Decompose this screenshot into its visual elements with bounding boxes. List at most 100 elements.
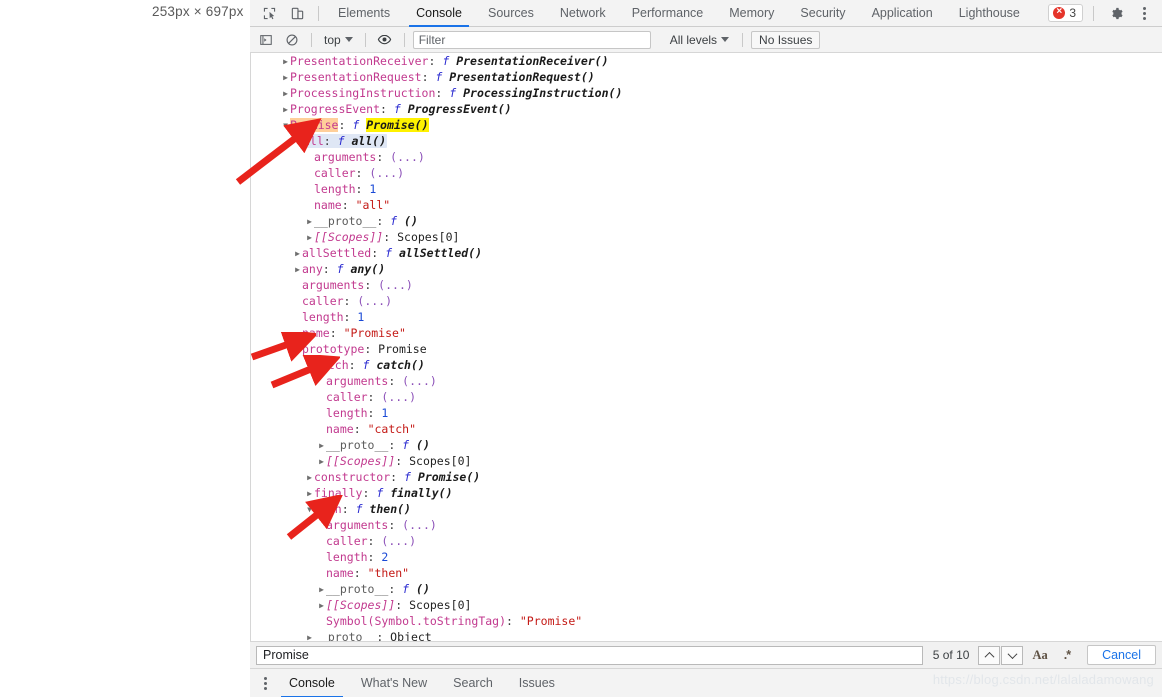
search-next-button[interactable] bbox=[1001, 645, 1024, 665]
toolbar-divider-right bbox=[1093, 5, 1094, 21]
console-property-row[interactable]: ▼ then: f then() bbox=[251, 501, 1162, 517]
console-property-row[interactable]: ▶caller: (...) bbox=[251, 165, 1162, 181]
tab-console[interactable]: Console bbox=[403, 0, 475, 27]
property-token: : bbox=[364, 342, 379, 356]
console-property-row[interactable]: ▶length: 1 bbox=[251, 181, 1162, 197]
clear-console-icon[interactable] bbox=[281, 30, 303, 50]
triangle-right-icon[interactable]: ▶ bbox=[317, 454, 326, 470]
error-count-badge[interactable]: × 3 bbox=[1048, 4, 1083, 22]
console-property-row[interactable]: ▶ PresentationReceiver: f PresentationRec… bbox=[251, 53, 1162, 69]
console-property-row[interactable]: ▶caller: (...) bbox=[251, 389, 1162, 405]
drawer-kebab-menu-icon[interactable] bbox=[254, 676, 276, 690]
console-property-row[interactable]: ▶ __proto__: Object bbox=[251, 629, 1162, 641]
console-property-row[interactable]: ▶length: 2 bbox=[251, 549, 1162, 565]
console-property-row[interactable]: ▶ [[Scopes]]: Scopes[0] bbox=[251, 229, 1162, 245]
console-property-row[interactable]: ▶name: "Promise" bbox=[251, 325, 1162, 341]
live-expression-eye-icon[interactable] bbox=[374, 30, 396, 50]
gear-icon[interactable] bbox=[1104, 2, 1128, 24]
console-property-row[interactable]: ▼ catch: f catch() bbox=[251, 357, 1162, 373]
triangle-right-icon[interactable]: ▶ bbox=[281, 86, 290, 102]
triangle-down-icon[interactable]: ▼ bbox=[293, 342, 302, 358]
console-property-row[interactable]: ▶arguments: (...) bbox=[251, 149, 1162, 165]
property-token: name bbox=[326, 422, 354, 436]
console-property-row[interactable]: ▶ __proto__: f () bbox=[251, 213, 1162, 229]
execution-context-selector[interactable]: top bbox=[320, 32, 357, 48]
kebab-menu-icon[interactable] bbox=[1132, 2, 1156, 24]
triangle-down-icon[interactable]: ▼ bbox=[305, 358, 314, 374]
device-toolbar-icon[interactable] bbox=[284, 2, 310, 24]
inspect-element-icon[interactable] bbox=[256, 2, 282, 24]
console-property-row[interactable]: ▶Symbol(Symbol.toStringTag): "Promise" bbox=[251, 613, 1162, 629]
console-property-row[interactable]: ▼ all: f all() bbox=[251, 133, 1162, 149]
triangle-right-icon[interactable]: ▶ bbox=[305, 230, 314, 246]
tab-memory[interactable]: Memory bbox=[716, 0, 787, 27]
console-property-row[interactable]: ▶ constructor: f Promise() bbox=[251, 469, 1162, 485]
search-input[interactable] bbox=[256, 645, 923, 665]
tab-lighthouse[interactable]: Lighthouse bbox=[946, 0, 1033, 27]
console-property-row[interactable]: ▶ [[Scopes]]: Scopes[0] bbox=[251, 597, 1162, 613]
match-case-toggle[interactable]: Aa bbox=[1025, 648, 1054, 663]
console-property-row[interactable]: ▶ [[Scopes]]: Scopes[0] bbox=[251, 453, 1162, 469]
triangle-right-icon[interactable]: ▶ bbox=[317, 438, 326, 454]
triangle-right-icon[interactable]: ▶ bbox=[281, 102, 290, 118]
console-message-list[interactable]: ▶ PresentationReceiver: f PresentationRec… bbox=[250, 53, 1162, 641]
tree-spacer: ▶ bbox=[305, 198, 314, 214]
property-token: catch() bbox=[376, 358, 425, 372]
console-property-row[interactable]: ▶caller: (...) bbox=[251, 293, 1162, 309]
tab-security[interactable]: Security bbox=[787, 0, 858, 27]
tab-performance[interactable]: Performance bbox=[619, 0, 717, 27]
tab-elements[interactable]: Elements bbox=[325, 0, 403, 27]
property-text: Symbol(Symbol.toStringTag): "Promise" bbox=[326, 614, 582, 628]
console-property-row[interactable]: ▶ finally: f finally() bbox=[251, 485, 1162, 501]
triangle-right-icon[interactable]: ▶ bbox=[317, 582, 326, 598]
console-property-row[interactable]: ▶ __proto__: f () bbox=[251, 437, 1162, 453]
property-token: : bbox=[343, 294, 358, 308]
search-prev-button[interactable] bbox=[978, 645, 1001, 665]
triangle-right-icon[interactable]: ▶ bbox=[305, 630, 314, 641]
property-token: "catch" bbox=[367, 422, 417, 436]
console-property-row[interactable]: ▶name: "then" bbox=[251, 565, 1162, 581]
triangle-right-icon[interactable]: ▶ bbox=[305, 486, 314, 502]
console-property-row[interactable]: ▶arguments: (...) bbox=[251, 277, 1162, 293]
triangle-down-icon[interactable]: ▼ bbox=[305, 502, 314, 518]
console-property-row[interactable]: ▶caller: (...) bbox=[251, 533, 1162, 549]
property-text: ProgressEvent: f ProgressEvent() bbox=[290, 102, 512, 116]
triangle-down-icon[interactable]: ▼ bbox=[293, 134, 302, 150]
console-sidebar-toggle-icon[interactable] bbox=[255, 30, 277, 50]
cancel-button[interactable]: Cancel bbox=[1087, 645, 1156, 665]
console-property-row[interactable]: ▶ ProcessingInstruction: f ProcessingInst… bbox=[251, 85, 1162, 101]
console-filter-input[interactable] bbox=[412, 30, 651, 49]
console-property-row[interactable]: ▼ Promise: f Promise() bbox=[251, 117, 1162, 133]
log-levels-selector[interactable]: All levels bbox=[665, 32, 734, 48]
console-property-row[interactable]: ▶name: "catch" bbox=[251, 421, 1162, 437]
triangle-right-icon[interactable]: ▶ bbox=[305, 470, 314, 486]
console-property-row[interactable]: ▶ any: f any() bbox=[251, 261, 1162, 277]
console-property-row[interactable]: ▶ allSettled: f allSettled() bbox=[251, 245, 1162, 261]
console-property-row[interactable]: ▶ PresentationRequest: f PresentationRequ… bbox=[251, 69, 1162, 85]
drawer-tab-whats-new[interactable]: What's New bbox=[348, 669, 440, 697]
triangle-right-icon[interactable]: ▶ bbox=[293, 262, 302, 278]
triangle-right-icon[interactable]: ▶ bbox=[281, 70, 290, 86]
console-property-row[interactable]: ▶arguments: (...) bbox=[251, 373, 1162, 389]
drawer-tab-console[interactable]: Console bbox=[276, 669, 348, 697]
triangle-right-icon[interactable]: ▶ bbox=[317, 598, 326, 614]
tab-application[interactable]: Application bbox=[859, 0, 946, 27]
triangle-right-icon[interactable]: ▶ bbox=[281, 54, 290, 70]
console-property-row[interactable]: ▶ __proto__: f () bbox=[251, 581, 1162, 597]
triangle-down-icon[interactable]: ▼ bbox=[281, 118, 290, 134]
property-text: [[Scopes]]: Scopes[0] bbox=[326, 598, 471, 612]
regex-toggle[interactable]: .* bbox=[1057, 648, 1077, 662]
console-property-row[interactable]: ▶name: "all" bbox=[251, 197, 1162, 213]
triangle-right-icon[interactable]: ▶ bbox=[305, 214, 314, 230]
console-property-row[interactable]: ▼ prototype: Promise bbox=[251, 341, 1162, 357]
tab-network[interactable]: Network bbox=[547, 0, 619, 27]
console-property-row[interactable]: ▶ ProgressEvent: f ProgressEvent() bbox=[251, 101, 1162, 117]
tab-sources[interactable]: Sources bbox=[475, 0, 547, 27]
drawer-tab-issues[interactable]: Issues bbox=[506, 669, 568, 697]
issues-button[interactable]: No Issues bbox=[751, 30, 821, 49]
console-property-row[interactable]: ▶arguments: (...) bbox=[251, 517, 1162, 533]
console-property-row[interactable]: ▶length: 1 bbox=[251, 405, 1162, 421]
console-property-row[interactable]: ▶length: 1 bbox=[251, 309, 1162, 325]
drawer-tab-search[interactable]: Search bbox=[440, 669, 506, 697]
triangle-right-icon[interactable]: ▶ bbox=[293, 246, 302, 262]
